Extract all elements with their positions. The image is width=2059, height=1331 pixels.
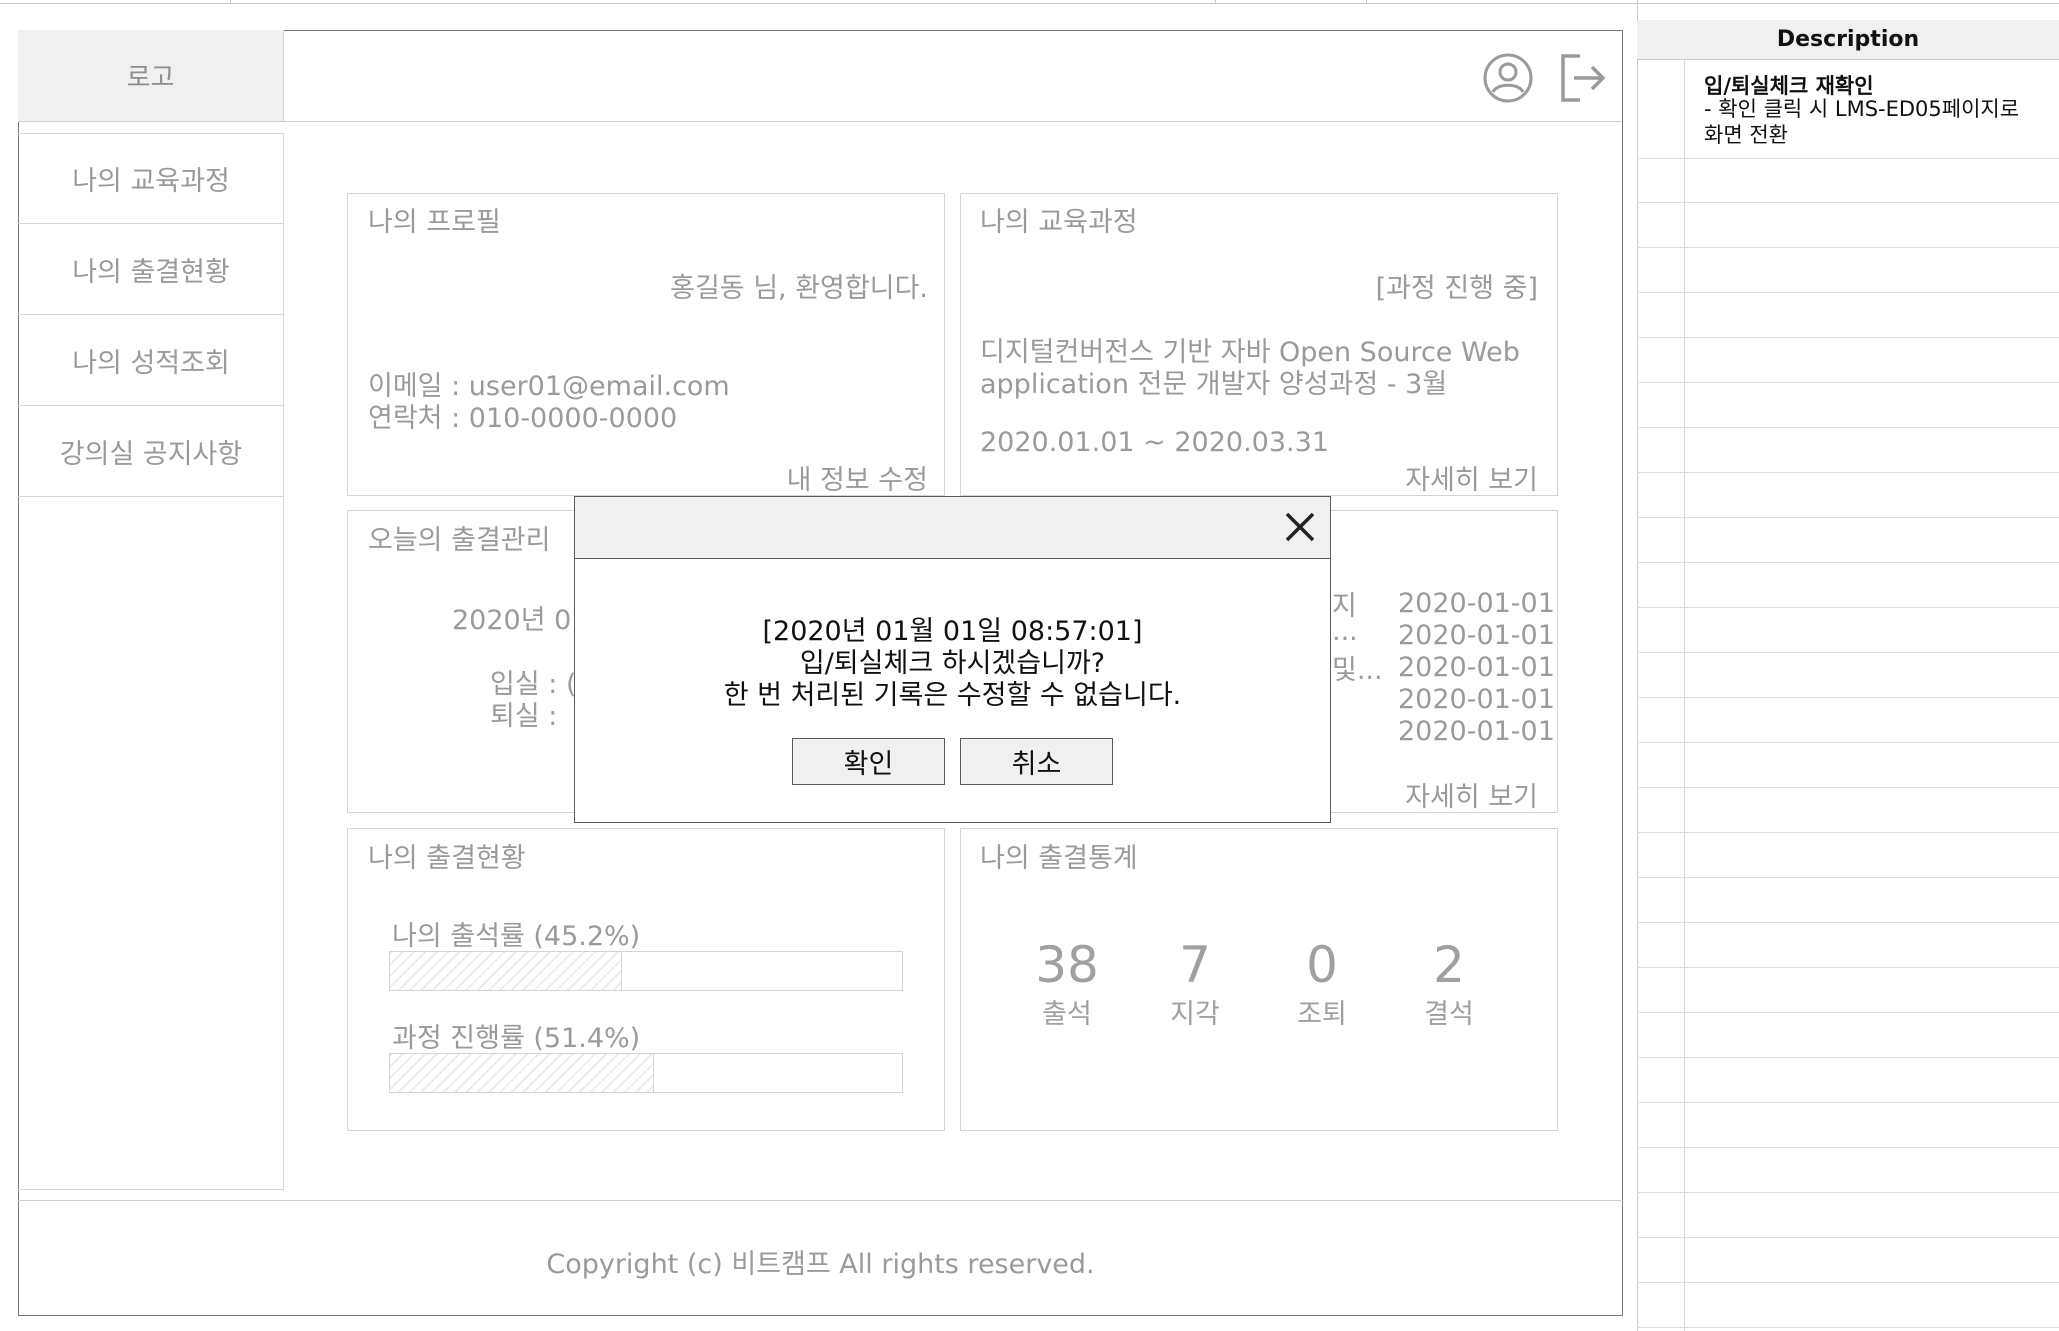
user-circle-icon[interactable] [1480,50,1536,106]
description-row-line [1637,1057,2059,1058]
today-attendance-title: 오늘의 출결관리 [368,525,551,556]
sidebar-item-notices[interactable]: 강의실 공지사항 [18,406,284,497]
description-row-line [1637,382,2059,383]
notice-title-fragment[interactable]: 및... [1332,648,1383,687]
description-row-line [1637,1237,2059,1238]
dialog-title-bar [575,497,1330,559]
description-body-line2: 화면 전환 [1704,123,1788,147]
description-row-line [1637,652,2059,653]
stat-early-leave-count: 0 [1306,936,1338,994]
attendance-rate-fill [390,952,623,990]
description-row-line [1637,1012,2059,1013]
stat-late-count: 7 [1179,936,1211,994]
cancel-button[interactable]: 취소 [960,738,1113,785]
footer-divider [18,1200,1623,1201]
dialog-warning: 한 번 처리된 기록은 수정할 수 없습니다. [723,680,1182,711]
today-date: 2020년 01 [452,605,589,636]
welcome-text: 홍길동 님, 환영합니다. [670,273,928,304]
sheet-column-divider [230,0,231,4]
description-row-line [1637,607,2059,608]
description-row-line [1637,832,2059,833]
notices-detail-link[interactable]: 자세히 보기 [1300,775,1538,814]
description-row-line [1637,292,2059,293]
description-row-line [1637,562,2059,563]
course-status: [과정 진행 중] [1375,273,1538,304]
header-divider [284,121,1622,122]
stat-absent-label: 결석 [1424,999,1474,1030]
description-row-line [1637,427,2059,428]
sheet-column-divider [1366,0,1367,4]
description-row-line [1637,1102,2059,1103]
notice-date: 2020-01-01 [1398,716,1555,747]
notice-date: 2020-01-01 [1398,684,1555,715]
logo[interactable]: 로고 [18,30,284,122]
sidebar-item-my-attendance[interactable]: 나의 출결현황 [18,224,284,315]
attendance-stats-title: 나의 출결통계 [980,843,1138,874]
description-panel-border [1637,0,1638,1331]
course-name-line2: application 전문 개발자 양성과정 - 3월 [980,369,1448,400]
stat-present-label: 출석 [1042,999,1092,1030]
description-row-line [1637,742,2059,743]
progress-rate-bar [389,1053,903,1093]
confirm-button[interactable]: 확인 [792,738,945,785]
description-row-line [1637,967,2059,968]
description-row-line [1637,922,2059,923]
notice-date: 2020-01-01 [1398,652,1555,683]
description-row-line [1637,337,2059,338]
checkout-time: 퇴실 : [490,701,558,732]
notice-date: 2020-01-01 [1398,620,1555,651]
description-header: Description [1637,20,2059,60]
description-row-line [1637,202,2059,203]
sheet-column-divider [1215,0,1216,4]
profile-card-title: 나의 프로필 [368,207,501,238]
notice-title-fragment[interactable]: ... [1332,616,1358,647]
sheet-top-border [0,0,2059,4]
stat-absent-count: 2 [1433,936,1465,994]
course-period: 2020.01.01 ~ 2020.03.31 [980,427,1329,458]
description-row-line [1637,1327,2059,1328]
logout-icon[interactable] [1556,50,1612,106]
edit-profile-link[interactable]: 내 정보 수정 [700,458,928,497]
attendance-rate-bar [389,951,903,991]
description-row-line [1637,472,2059,473]
description-row-line [1637,697,2059,698]
sidebar-item-my-grades[interactable]: 나의 성적조회 [18,315,284,406]
description-row-line [1637,1147,2059,1148]
description-row-line [1637,247,2059,248]
phone-text: 연락처 : 010-0000-0000 [368,403,678,434]
attendance-rate-label: 나의 출석률 (45.2%) [392,921,641,952]
progress-rate-label: 과정 진행률 (51.4%) [392,1023,641,1054]
description-row-line [1637,877,2059,878]
description-row-line [1637,517,2059,518]
progress-rate-fill [390,1054,655,1092]
description-row-line [1637,1192,2059,1193]
description-row-line [1637,787,2059,788]
description-panel-column-divider [1684,40,1685,1331]
stat-present-count: 38 [1035,936,1099,994]
stat-late-label: 지각 [1170,999,1220,1030]
description-body-line1: - 확인 클릭 시 LMS-ED05페이지로 [1704,97,2020,121]
attendance-status-title: 나의 출결현황 [368,843,526,874]
description-row-line [1637,1282,2059,1283]
stat-early-leave-label: 조퇴 [1297,999,1347,1030]
sidebar-item-my-course[interactable]: 나의 교육과정 [18,133,284,224]
course-card-title: 나의 교육과정 [980,207,1138,238]
close-icon[interactable] [1276,503,1324,551]
copyright: Copyright (c) 비트캠프 All rights reserved. [546,1249,1095,1280]
notice-date: 2020-01-01 [1398,588,1555,619]
description-row-line [1637,158,2059,159]
course-detail-link[interactable]: 자세히 보기 [1300,458,1538,497]
